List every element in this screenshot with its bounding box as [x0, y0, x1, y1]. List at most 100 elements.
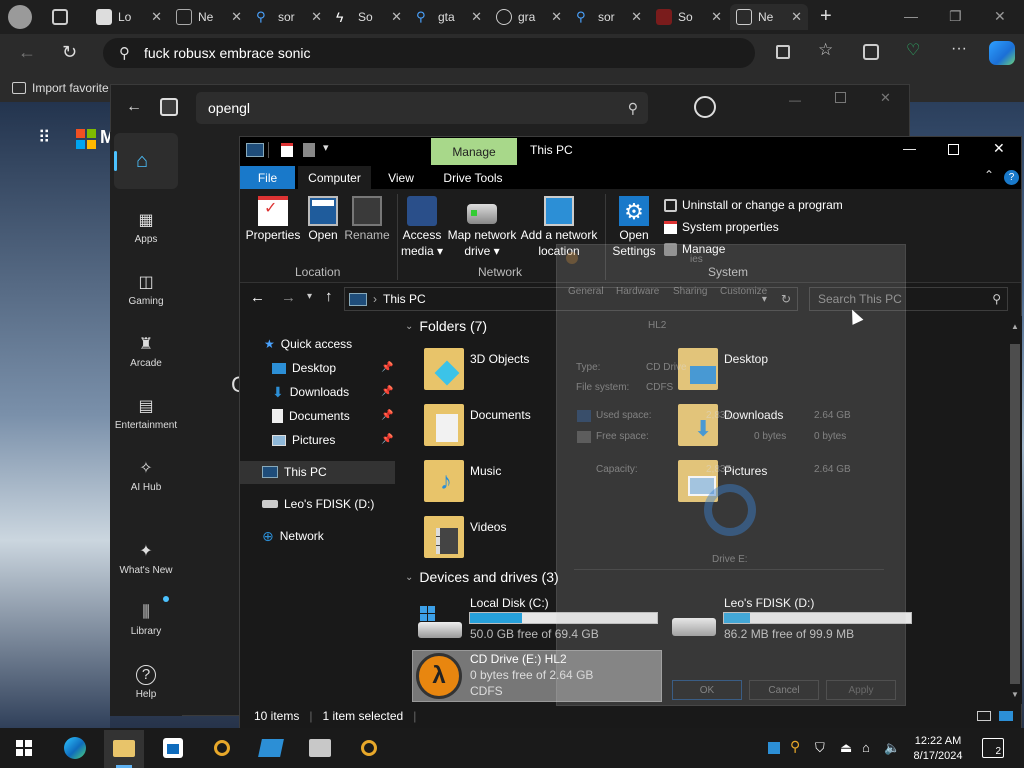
scroll-up-icon[interactable]: ▲: [1011, 322, 1019, 331]
browser-tab-active[interactable]: Ne ✕: [730, 4, 808, 30]
folders-header[interactable]: ⌄ Folders (7): [405, 318, 487, 334]
properties-quick-icon[interactable]: [281, 143, 293, 157]
notification-center-icon[interactable]: 2: [982, 738, 1004, 758]
close-tab-icon[interactable]: ✕: [791, 9, 802, 25]
browser-tab[interactable]: Ne ✕: [170, 4, 248, 30]
folder-label[interactable]: Videos: [470, 520, 506, 534]
close-tab-icon[interactable]: ✕: [391, 9, 402, 25]
dialog-apply-button[interactable]: Apply: [826, 680, 896, 700]
sidebar-item-arcade[interactable]: ♜ Arcade: [114, 322, 178, 380]
address-text[interactable]: fuck robusx embrace sonic: [144, 45, 311, 61]
close-tab-icon[interactable]: ✕: [311, 9, 322, 25]
browser-tab[interactable]: ⚲ sor ✕: [250, 4, 328, 30]
app-blue-taskbar-icon[interactable]: [257, 734, 285, 762]
close-tab-icon[interactable]: ✕: [631, 9, 642, 25]
pin-icon[interactable]: 📌: [381, 362, 393, 373]
workspaces-icon[interactable]: [52, 9, 68, 25]
forward-arrow-icon[interactable]: →: [281, 289, 296, 306]
edge-taskbar-icon[interactable]: [61, 734, 89, 762]
nav-documents[interactable]: Documents: [272, 405, 350, 427]
dialog-tab[interactable]: Sharing: [673, 286, 707, 297]
rename-button[interactable]: Rename: [344, 196, 390, 242]
devices-header[interactable]: ⌄ Devices and drives (3): [405, 569, 559, 585]
tab-computer[interactable]: Computer: [298, 166, 371, 189]
drive-name[interactable]: CD Drive (E:) HL2: [470, 652, 567, 666]
app-circle-2-taskbar-icon[interactable]: [355, 734, 383, 762]
new-tab-button[interactable]: +: [820, 5, 832, 28]
back-arrow-icon[interactable]: ←: [250, 289, 265, 306]
volume-icon[interactable]: 🔈: [884, 740, 900, 756]
sidebar-item-help[interactable]: ? Help: [114, 653, 178, 711]
sidebar-item-entertainment[interactable]: ▤ Entertainment: [114, 384, 178, 442]
breadcrumb[interactable]: This PC: [383, 292, 426, 306]
pin-icon[interactable]: 📌: [381, 410, 393, 421]
folder-music-icon[interactable]: ♪: [424, 460, 464, 502]
folder-label[interactable]: Documents: [470, 408, 531, 422]
map-network-drive-button[interactable]: Map network drive ▾: [446, 196, 518, 258]
dialog-tab[interactable]: Customize: [720, 286, 767, 297]
store-search-input[interactable]: opengl ⚲: [196, 92, 648, 124]
system-properties-button[interactable]: System properties: [664, 220, 779, 234]
sidebar-item-gaming[interactable]: ◫ Gaming: [114, 260, 178, 318]
app-gray-taskbar-icon[interactable]: [306, 734, 334, 762]
refresh-icon[interactable]: ↻: [62, 42, 77, 63]
pin-icon[interactable]: 📌: [381, 434, 393, 445]
access-media-button[interactable]: Access media ▾: [400, 196, 444, 258]
browser-tab[interactable]: Lo ✕: [90, 4, 168, 30]
tab-view[interactable]: View: [377, 166, 425, 189]
tray-app-icon[interactable]: [768, 742, 780, 754]
close-tab-icon[interactable]: ✕: [231, 9, 242, 25]
browser-tab[interactable]: So ✕: [650, 4, 728, 30]
copilot-icon[interactable]: [989, 41, 1015, 65]
browser-tab[interactable]: gra ✕: [490, 4, 568, 30]
explorer-maximize-icon[interactable]: [948, 144, 959, 155]
folder-videos-icon[interactable]: [424, 516, 464, 558]
folder-label[interactable]: 3D Objects: [470, 352, 529, 366]
sidebar-item-apps[interactable]: ▦ Apps: [114, 198, 178, 256]
nav-downloads[interactable]: ⬇ Downloads: [272, 381, 349, 403]
search-icon[interactable]: ⚲: [628, 100, 638, 117]
store-back-icon[interactable]: ←: [126, 98, 142, 116]
address-bar[interactable]: ⚲ fuck robusx embrace sonic: [103, 38, 755, 68]
nav-desktop[interactable]: Desktop: [272, 357, 336, 379]
properties-button[interactable]: ✓ Properties: [246, 196, 300, 242]
account-icon[interactable]: [694, 96, 716, 118]
app-circle-taskbar-icon[interactable]: [208, 734, 236, 762]
nav-fdisk-drive[interactable]: Leo's FDISK (D:): [262, 493, 374, 515]
system-clock[interactable]: 12:22 AM 8/17/2024: [904, 734, 972, 764]
file-explorer-taskbar-icon[interactable]: [110, 734, 138, 762]
local-disk-icon[interactable]: [418, 606, 462, 640]
sidebar-item-ai-hub[interactable]: ✧ AI Hub: [114, 446, 178, 504]
explorer-close-icon[interactable]: ✕: [993, 140, 1005, 157]
usb-eject-icon[interactable]: ⏏: [840, 740, 852, 756]
nav-this-pc[interactable]: This PC: [262, 461, 327, 483]
help-icon[interactable]: ?: [1004, 170, 1019, 185]
store-taskbar-icon[interactable]: [159, 734, 187, 762]
dialog-cancel-button[interactable]: Cancel: [749, 680, 819, 700]
details-view-icon[interactable]: [977, 711, 991, 721]
tab-drive-tools[interactable]: Drive Tools: [436, 166, 510, 189]
browser-tab[interactable]: ϟ So ✕: [330, 4, 408, 30]
sidebar-item-home[interactable]: ⌂: [114, 133, 178, 189]
explorer-minimize-icon[interactable]: —: [903, 141, 916, 156]
folder-label[interactable]: Music: [470, 464, 501, 478]
tray-search-icon[interactable]: ⚲: [790, 738, 800, 755]
large-icons-view-icon[interactable]: [999, 711, 1013, 721]
dialog-tab[interactable]: Hardware: [616, 286, 659, 297]
browser-tab[interactable]: ⚲ gta ✕: [410, 4, 488, 30]
recent-locations-icon[interactable]: ▾: [307, 291, 312, 302]
browser-essentials-icon[interactable]: ♡: [906, 40, 920, 60]
nav-quick-access[interactable]: ★ Quick access: [264, 333, 352, 355]
close-tab-icon[interactable]: ✕: [151, 9, 162, 25]
drive-name[interactable]: Local Disk (C:): [470, 596, 549, 610]
store-maximize-icon[interactable]: [835, 92, 846, 103]
split-screen-icon[interactable]: [776, 45, 790, 59]
favorites-star-icon[interactable]: ☆: [818, 40, 833, 60]
tab-manage-contextual[interactable]: Manage: [431, 138, 517, 165]
back-arrow-icon[interactable]: ←: [18, 42, 36, 63]
new-folder-quick-icon[interactable]: [303, 143, 315, 157]
sidebar-item-whats-new[interactable]: ✦ What's New: [114, 529, 178, 587]
restore-icon[interactable]: ❐: [949, 8, 962, 25]
open-button[interactable]: Open: [304, 196, 342, 242]
dialog-ok-button[interactable]: OK: [672, 680, 742, 700]
